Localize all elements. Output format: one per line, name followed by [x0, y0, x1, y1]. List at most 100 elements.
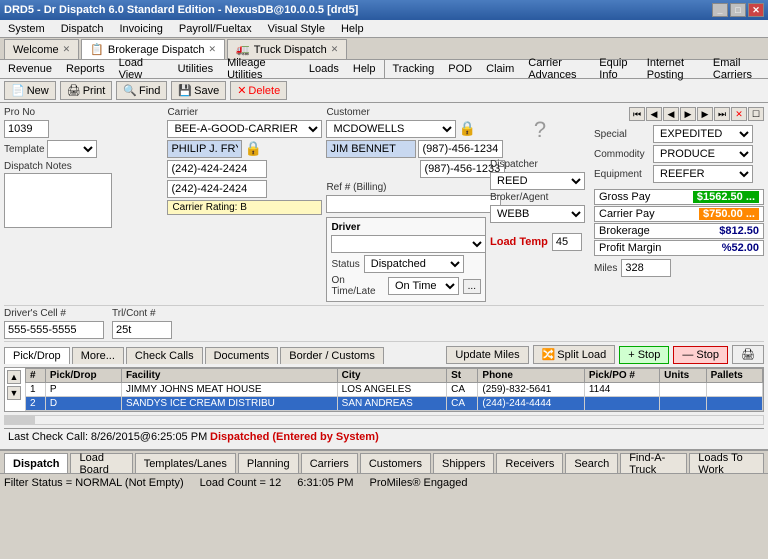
tab-welcome-close[interactable]: ✕: [63, 44, 71, 55]
minus-stop-button[interactable]: — Stop: [673, 346, 728, 364]
bottom-tab-receivers[interactable]: Receivers: [496, 453, 563, 473]
split-load-button[interactable]: 🔀 Split Load: [533, 345, 616, 364]
status-select[interactable]: Dispatched: [364, 255, 464, 273]
nav-new[interactable]: ☐: [748, 107, 764, 121]
menu-dispatch[interactable]: Dispatch: [57, 22, 108, 36]
bottom-tab-templates[interactable]: Templates/Lanes: [135, 453, 236, 473]
bottom-tab-loads-to-work[interactable]: Loads To Work: [689, 453, 764, 473]
carrier-rep-input[interactable]: [167, 140, 242, 158]
tab-welcome[interactable]: Welcome ✕: [4, 39, 79, 59]
inner-tab-pick-drop[interactable]: Pick/Drop: [4, 347, 70, 364]
submenu-reports[interactable]: Reports: [62, 62, 109, 76]
special-select[interactable]: EXPEDITED: [653, 125, 753, 143]
dispatch-notes-textarea[interactable]: [4, 173, 112, 228]
pro-no-input[interactable]: [4, 120, 49, 138]
new-label: New: [27, 85, 49, 97]
customer-contact-input[interactable]: [326, 140, 416, 158]
ref-billing-input[interactable]: [326, 195, 501, 213]
bottom-tab-carriers[interactable]: Carriers: [301, 453, 358, 473]
equipment-select[interactable]: REEFER: [653, 165, 753, 183]
close-btn[interactable]: ✕: [748, 3, 764, 17]
find-button[interactable]: 🔍 Find: [116, 81, 167, 100]
row1-phone: (259)-832-5641: [478, 383, 584, 397]
print-table-button[interactable]: 🖨: [732, 345, 764, 364]
nav-next[interactable]: ▶: [680, 107, 696, 121]
nav-prev-prev[interactable]: ◀: [646, 107, 662, 121]
scroll-up-arrow[interactable]: ▲: [7, 370, 21, 384]
bottom-tab-shippers[interactable]: Shippers: [433, 453, 494, 473]
template-select[interactable]: [47, 140, 97, 158]
driver-cell-input[interactable]: [4, 321, 104, 339]
bottom-tab-search[interactable]: Search: [565, 453, 618, 473]
horizontal-scrollbar[interactable]: [4, 415, 764, 425]
submenu-claim[interactable]: Claim: [482, 62, 518, 76]
customer-lock-icon[interactable]: 🔒: [458, 120, 475, 138]
bottom-tab-dispatch[interactable]: Dispatch: [4, 453, 68, 473]
submenu-pod[interactable]: POD: [444, 62, 476, 76]
bottom-tab-load-board[interactable]: Load Board: [70, 453, 132, 473]
broker-agent-select[interactable]: WEBB: [490, 205, 585, 223]
submenu-utilities[interactable]: Utilities: [174, 62, 217, 76]
nav-first[interactable]: ⏮: [629, 107, 645, 121]
delete-label: Delete: [248, 85, 280, 97]
plus-stop-button[interactable]: + Stop: [619, 346, 669, 364]
on-time-btn[interactable]: ...: [463, 279, 481, 294]
nav-close[interactable]: ✕: [731, 107, 747, 121]
submenu-equip-info[interactable]: Equip Info: [595, 56, 637, 82]
nav-prev[interactable]: ◀: [663, 107, 679, 121]
customer-select[interactable]: MCDOWELLS: [326, 120, 456, 138]
load-temp-input[interactable]: [552, 233, 582, 251]
new-button[interactable]: 📄 New: [4, 81, 56, 100]
submenu-load-view[interactable]: Load View: [115, 56, 168, 82]
inner-tab-check-calls[interactable]: Check Calls: [126, 347, 203, 364]
menu-payroll[interactable]: Payroll/Fueltax: [175, 22, 256, 36]
tab-truck-close[interactable]: ✕: [331, 44, 339, 55]
update-miles-button[interactable]: Update Miles: [446, 346, 528, 364]
menu-invoicing[interactable]: Invoicing: [115, 22, 166, 36]
submenu-carrier-advances[interactable]: Carrier Advances: [524, 56, 589, 82]
table-row[interactable]: 1 P JIMMY JOHNS MEAT HOUSE LOS ANGELES C…: [26, 383, 763, 397]
inner-tab-border[interactable]: Border / Customs: [280, 347, 384, 364]
maximize-btn[interactable]: □: [730, 3, 746, 17]
inner-tab-documents[interactable]: Documents: [205, 347, 279, 364]
submenu-internet-posting[interactable]: Internet Posting: [643, 56, 703, 82]
lock-icon[interactable]: 🔒: [244, 140, 261, 158]
row2-pick-po: [584, 397, 659, 411]
minimize-btn[interactable]: _: [712, 3, 728, 17]
submenu-mileage[interactable]: Mileage Utilities: [223, 56, 299, 82]
col-num: #: [26, 369, 46, 383]
scroll-down-arrow[interactable]: ▼: [7, 386, 21, 400]
menu-visual-style[interactable]: Visual Style: [264, 22, 329, 36]
bottom-tab-planning[interactable]: Planning: [238, 453, 299, 473]
tab-brokerage-close[interactable]: ✕: [209, 44, 217, 55]
carrier-phone1-input[interactable]: [167, 160, 267, 178]
truck-submenu: Tracking POD Claim Carrier Advances Equi…: [385, 60, 768, 78]
on-time-select[interactable]: On Time: [388, 277, 459, 295]
dispatcher-select[interactable]: REED: [490, 172, 585, 190]
submenu-tracking[interactable]: Tracking: [389, 62, 439, 76]
bottom-tab-find-a-truck[interactable]: Find-A-Truck: [620, 453, 687, 473]
nav-next-next[interactable]: ▶: [697, 107, 713, 121]
trl-cont-input[interactable]: [112, 321, 172, 339]
submenu-loads[interactable]: Loads: [305, 62, 343, 76]
driver-select[interactable]: [331, 235, 486, 253]
carrier-phone2-input[interactable]: [167, 180, 267, 198]
bottom-tab-customers[interactable]: Customers: [360, 453, 431, 473]
miles-input[interactable]: [621, 259, 671, 277]
scrollbar-thumb[interactable]: [5, 416, 35, 424]
inner-tab-more[interactable]: More...: [72, 347, 124, 364]
delete-button[interactable]: ✕ Delete: [230, 81, 287, 100]
status-bar: Filter Status = NORMAL (Not Empty) Load …: [0, 473, 768, 491]
commodity-select[interactable]: PRODUCE: [653, 145, 753, 163]
submenu-email-carriers[interactable]: Email Carriers: [709, 56, 764, 82]
menu-help[interactable]: Help: [337, 22, 368, 36]
submenu-revenue[interactable]: Revenue: [4, 62, 56, 76]
save-button[interactable]: 💾 Save: [171, 81, 226, 100]
print-button[interactable]: 🖨 Print: [60, 81, 113, 100]
submenu-help[interactable]: Help: [349, 62, 380, 76]
carrier-select[interactable]: BEE-A-GOOD-CARRIER: [167, 120, 322, 138]
nav-last[interactable]: ⏭: [714, 107, 730, 121]
menu-system[interactable]: System: [4, 22, 49, 36]
table-row[interactable]: 2 D SANDYS ICE CREAM DISTRIBU SAN ANDREA…: [26, 397, 763, 411]
window-controls[interactable]: _ □ ✕: [712, 3, 764, 17]
